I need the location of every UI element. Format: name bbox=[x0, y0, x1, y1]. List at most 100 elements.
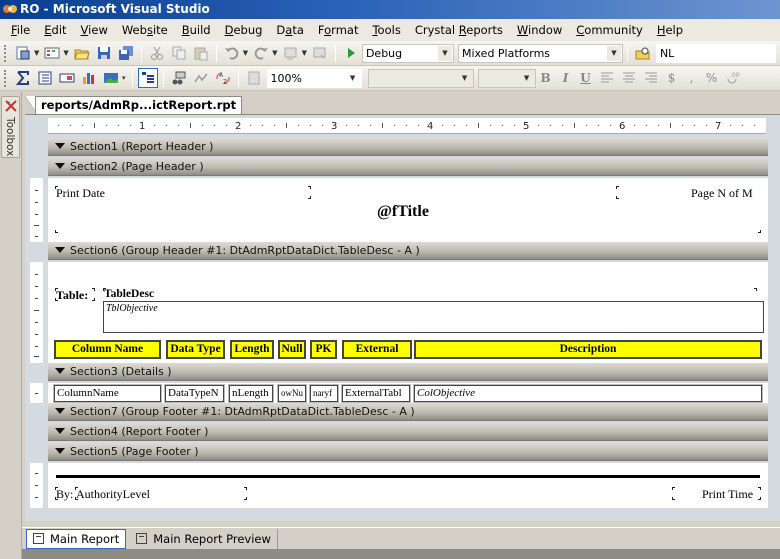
save-all-button[interactable] bbox=[116, 43, 136, 63]
font-name-select[interactable]: ▼ bbox=[367, 68, 474, 88]
align-left-button[interactable] bbox=[597, 68, 617, 88]
document-tab[interactable]: reports/AdmRp...ictReport.rpt bbox=[35, 96, 243, 114]
print-date-field[interactable]: Print Date bbox=[56, 186, 105, 201]
toggle-field-view-button[interactable] bbox=[137, 68, 158, 88]
solution-platform-select[interactable]: Mixed Platforms ▼ bbox=[457, 43, 623, 63]
font-size-select[interactable]: ▼ bbox=[477, 68, 536, 88]
insert-subreport-button[interactable] bbox=[57, 68, 77, 88]
currency-button[interactable]: $ bbox=[662, 71, 682, 85]
open-file-button[interactable] bbox=[72, 43, 92, 63]
detail-field-external[interactable]: ExternalTabl bbox=[342, 385, 410, 402]
menu-item-edit[interactable]: Edit bbox=[37, 19, 73, 41]
sort-expert-button[interactable]: AZ bbox=[213, 68, 233, 88]
collapse-triangle-icon[interactable] bbox=[55, 408, 65, 414]
redo-button[interactable] bbox=[251, 43, 271, 63]
detail-field-col-objective[interactable]: ColObjective bbox=[414, 385, 762, 402]
section-bar-report-footer[interactable]: Section4 (Report Footer ) bbox=[48, 423, 768, 441]
chevron-down-icon[interactable]: ▼ bbox=[63, 49, 68, 57]
column-header-data-type[interactable]: Data Type bbox=[166, 340, 225, 359]
navigate-backward-button[interactable] bbox=[281, 43, 301, 63]
table-label[interactable]: Table: bbox=[56, 288, 88, 303]
align-right-button[interactable] bbox=[641, 68, 661, 88]
toolbar-overflow-icon[interactable]: ▾ bbox=[122, 74, 126, 82]
section-bar-page-header[interactable]: Section2 (Page Header ) bbox=[48, 158, 768, 176]
page-n-of-m-field[interactable]: Page N of M bbox=[691, 186, 753, 201]
insert-group-button[interactable] bbox=[35, 68, 55, 88]
section-bar-group-footer[interactable]: Section7 (Group Footer #1: DtAdmRptDataD… bbox=[48, 403, 768, 421]
paste-button[interactable] bbox=[191, 43, 211, 63]
tbl-objective-box[interactable]: TblObjective bbox=[103, 301, 764, 333]
italic-button[interactable]: I bbox=[556, 71, 576, 85]
toolbar-grip[interactable] bbox=[4, 44, 8, 62]
chevron-down-icon[interactable]: ▼ bbox=[243, 49, 248, 57]
section-bar-report-header[interactable]: Section1 (Report Header ) bbox=[48, 138, 768, 156]
menu-item-tools[interactable]: Tools bbox=[365, 19, 407, 41]
by-label[interactable]: By: bbox=[56, 487, 73, 502]
menu-item-build[interactable]: Build bbox=[175, 19, 218, 41]
toolbar-grip[interactable] bbox=[4, 69, 8, 87]
chevron-down-icon[interactable]: ▼ bbox=[34, 49, 39, 57]
column-header-description[interactable]: Description bbox=[414, 340, 762, 359]
cut-button[interactable] bbox=[147, 43, 167, 63]
menu-item-format[interactable]: Format bbox=[311, 19, 366, 41]
detail-field-column-name[interactable]: ColumnName bbox=[54, 385, 161, 402]
undo-button[interactable] bbox=[222, 43, 242, 63]
toolbox-tab[interactable]: Toolbox bbox=[1, 96, 20, 158]
format-painter-button[interactable] bbox=[191, 68, 211, 88]
select-expert-button[interactable] bbox=[169, 68, 189, 88]
navigate-forward-button[interactable] bbox=[310, 43, 330, 63]
insert-summary-button[interactable] bbox=[13, 68, 33, 88]
chevron-down-icon[interactable]: ▼ bbox=[519, 70, 534, 86]
column-header-null[interactable]: Null bbox=[278, 340, 306, 359]
menu-item-data[interactable]: Data bbox=[269, 19, 310, 41]
detail-field-pk[interactable]: naryf bbox=[310, 385, 338, 402]
footer-divider-line[interactable] bbox=[56, 475, 760, 478]
collapse-triangle-icon[interactable] bbox=[55, 428, 65, 434]
chevron-down-icon[interactable]: ▼ bbox=[606, 45, 621, 61]
column-header-pk[interactable]: PK bbox=[310, 340, 337, 359]
increase-decimals-button[interactable]: .00 bbox=[723, 68, 743, 88]
insert-chart-button[interactable] bbox=[79, 68, 99, 88]
tab-main-report-preview[interactable]: Main Report Preview bbox=[130, 528, 278, 549]
column-header-length[interactable]: Length bbox=[230, 340, 274, 359]
percent-button[interactable]: % bbox=[702, 71, 722, 85]
find-results-panel-header[interactable] bbox=[22, 549, 780, 559]
tab-main-report[interactable]: Main Report bbox=[26, 528, 127, 549]
find-in-files-button[interactable] bbox=[633, 43, 653, 63]
menu-item-debug[interactable]: Debug bbox=[218, 19, 270, 41]
menu-item-window[interactable]: Window bbox=[510, 19, 569, 41]
save-button[interactable] bbox=[94, 43, 114, 63]
menu-item-help[interactable]: Help bbox=[650, 19, 690, 41]
section-bar-details[interactable]: Section3 (Details ) bbox=[48, 363, 768, 381]
underline-button[interactable]: U bbox=[576, 71, 596, 85]
authority-level-field[interactable]: AuthorityLevel bbox=[76, 487, 150, 502]
chevron-down-icon[interactable]: ▼ bbox=[302, 49, 307, 57]
collapse-triangle-icon[interactable] bbox=[55, 448, 65, 454]
menu-item-file[interactable]: File bbox=[4, 19, 37, 41]
chevron-down-icon[interactable]: ▼ bbox=[457, 70, 472, 86]
chevron-down-icon[interactable]: ▼ bbox=[437, 45, 452, 61]
thousands-separator-button[interactable]: , bbox=[682, 71, 702, 85]
start-debugging-button[interactable] bbox=[341, 43, 361, 63]
detail-field-length[interactable]: nLength bbox=[229, 385, 273, 402]
section-bar-page-footer[interactable]: Section5 (Page Footer ) bbox=[48, 443, 768, 461]
bold-button[interactable]: B bbox=[536, 71, 556, 85]
collapse-triangle-icon[interactable] bbox=[55, 368, 65, 374]
collapse-triangle-icon[interactable] bbox=[55, 247, 65, 253]
solution-configuration-select[interactable]: Debug ▼ bbox=[361, 43, 454, 63]
table-desc-field[interactable]: TableDesc bbox=[104, 288, 154, 300]
menu-item-view[interactable]: View bbox=[74, 19, 115, 41]
zoom-button[interactable] bbox=[244, 68, 264, 88]
find-input[interactable]: NL bbox=[655, 43, 776, 63]
zoom-select[interactable]: 100% ▼ bbox=[266, 68, 362, 88]
detail-field-data-type[interactable]: DataTypeN bbox=[165, 385, 224, 402]
detail-field-null[interactable]: owNu bbox=[278, 385, 306, 402]
column-header-external[interactable]: External bbox=[342, 340, 412, 359]
menu-item-crystal-reports[interactable]: Crystal Reports bbox=[408, 19, 510, 41]
chevron-down-icon[interactable]: ▼ bbox=[272, 49, 277, 57]
section-bar-group-header[interactable]: Section6 (Group Header #1: DtAdmRptDataD… bbox=[48, 242, 768, 260]
menu-item-website[interactable]: Website bbox=[115, 19, 175, 41]
collapse-triangle-icon[interactable] bbox=[55, 163, 65, 169]
collapse-triangle-icon[interactable] bbox=[55, 143, 65, 149]
print-time-field[interactable]: Print Time bbox=[702, 487, 753, 502]
